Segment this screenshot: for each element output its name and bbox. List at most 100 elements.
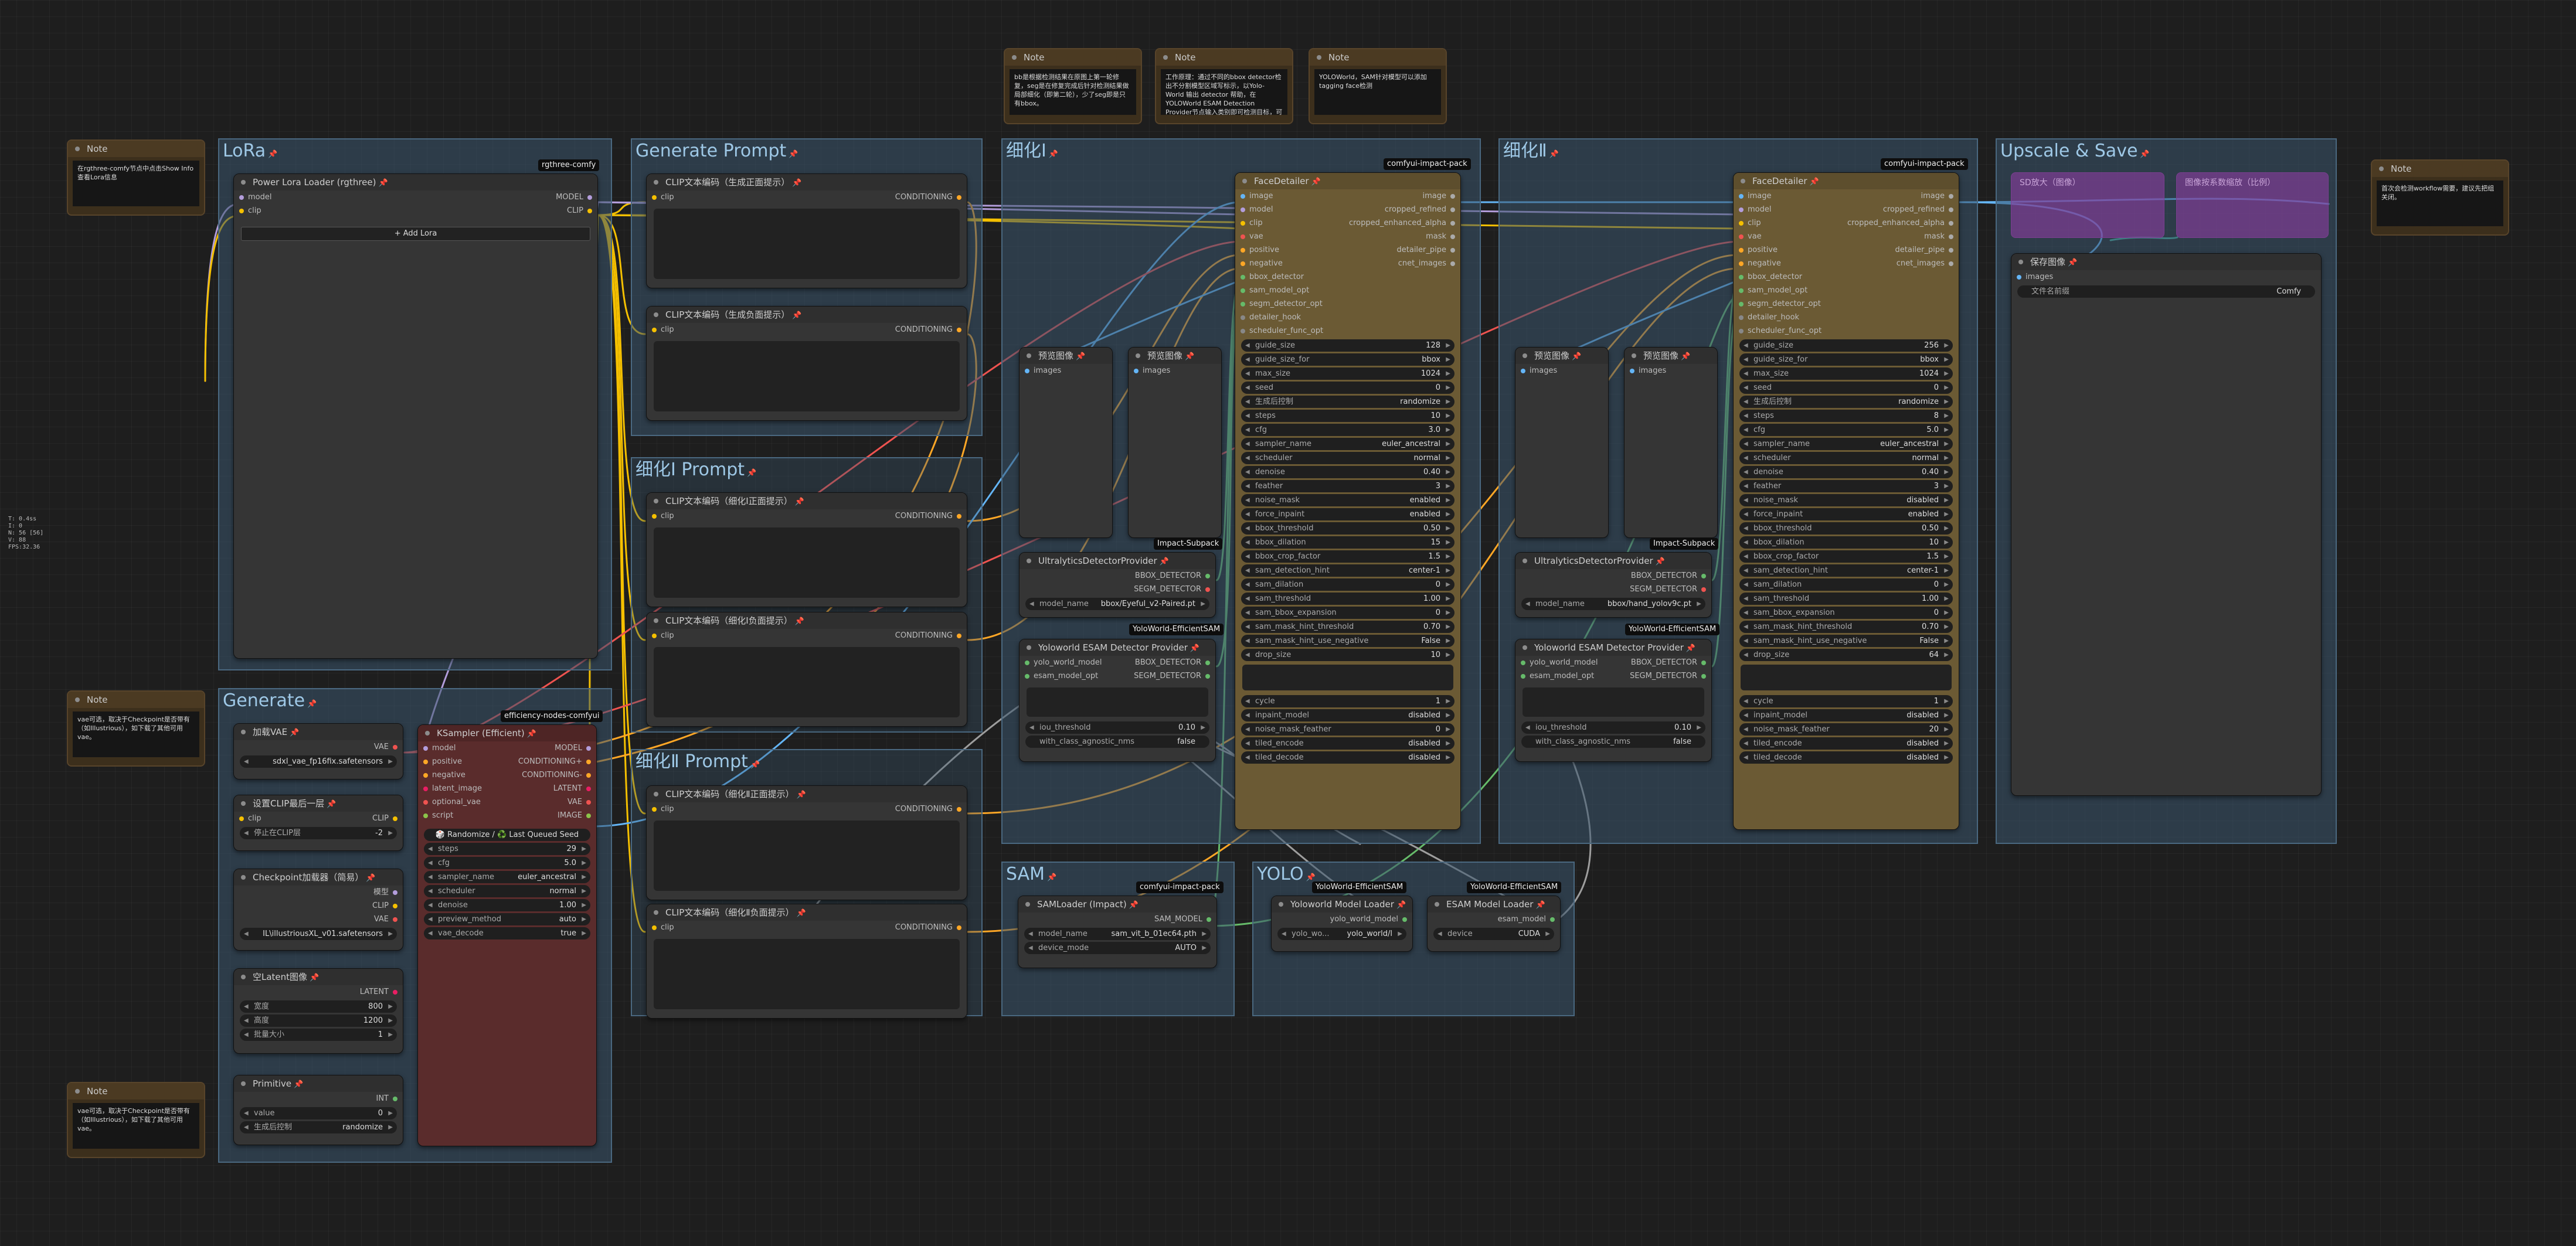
- face-detailer-widget[interactable]: schedulernormal: [1739, 452, 1953, 464]
- slot-latent[interactable]: LATENT: [234, 985, 403, 999]
- sam-loader-node[interactable]: SAMLoader (Impact)📌 SAM_MODEL model_name…: [1018, 896, 1217, 968]
- face-detailer-widget[interactable]: 生成后控制randomize: [1739, 396, 1953, 408]
- face-detailer-widget[interactable]: feather3: [1739, 480, 1953, 492]
- yoloworld-model-loader-node[interactable]: Yoloworld Model Loader 📌 yolo_world_model…: [1271, 896, 1413, 952]
- esam-model-loader-node[interactable]: ESAM Model Loader📌 esam_model deviceCUDA: [1427, 896, 1561, 952]
- slot-yolo[interactable]: yolo_world_model BBOX_DETECTOR: [1019, 656, 1215, 669]
- face-detailer-widget[interactable]: feather3: [1241, 480, 1454, 492]
- slot-bbox[interactable]: BBOX_DETECTOR: [1515, 569, 1711, 583]
- clip-text-encode-node[interactable]: CLIP文本编码（细化Ⅰ负面提示） 📌 clip CONDITIONING: [646, 612, 967, 727]
- clip-text-encode-node[interactable]: CLIP文本编码（生成正面提示） 📌 clip CONDITIONING: [646, 173, 967, 288]
- ksampler-slot[interactable]: model MODEL: [418, 741, 596, 755]
- face-detailer-widget[interactable]: cfg3.0: [1241, 424, 1454, 436]
- agnostic-toggle[interactable]: with_class_agnostic_nms false: [1521, 736, 1705, 748]
- face-detailer-slot[interactable]: sam_model_opt: [1734, 284, 1959, 297]
- wildcard-textarea[interactable]: [1741, 665, 1952, 690]
- face-detailer-widget[interactable]: tiled_decodedisabled: [1241, 751, 1454, 764]
- value-widget[interactable]: value0: [240, 1107, 397, 1119]
- face-detailer-widget[interactable]: guide_size_forbbox: [1739, 353, 1953, 366]
- face-detailer-widget[interactable]: bbox_threshold0.50: [1739, 522, 1953, 535]
- face-detailer-widget[interactable]: guide_size_forbbox: [1241, 353, 1454, 366]
- face-detailer-widget[interactable]: cycle1: [1739, 695, 1953, 707]
- slot-images[interactable]: images: [2011, 270, 2321, 284]
- face-detailer-slot[interactable]: model cropped_refined: [1734, 203, 1959, 216]
- yolo-model-select[interactable]: yolo_wo...yolo_world/l: [1277, 928, 1406, 940]
- slot-model[interactable]: 模型: [234, 886, 403, 899]
- face-detailer-widget[interactable]: sam_threshold1.00: [1739, 593, 1953, 605]
- face-detailer-widget[interactable]: sam_mask_hint_use_negativeFalse: [1241, 635, 1454, 647]
- face-detailer-widget[interactable]: bbox_crop_factor1.5: [1739, 550, 1953, 563]
- prompt-textarea[interactable]: [654, 647, 960, 717]
- face-detailer-widget[interactable]: steps8: [1739, 410, 1953, 422]
- face-detailer-slot[interactable]: positive detailer_pipe: [1235, 243, 1460, 257]
- note-workflow[interactable]: Note 首次会检测workflow需要，建议先把组关闭。: [2371, 159, 2509, 236]
- clip-text-encode-node[interactable]: CLIP文本编码（细化Ⅰ正面提示） 📌 clip CONDITIONING: [646, 492, 967, 607]
- ksampler-efficient-node[interactable]: KSampler (Efficient) 📌 model MODEL positive…: [417, 724, 597, 1146]
- face-detailer-slot[interactable]: vae mask: [1734, 230, 1959, 243]
- face-detailer-slot[interactable]: vae mask: [1235, 230, 1460, 243]
- wildcard-textarea[interactable]: [1242, 665, 1453, 690]
- face-detailer-widget[interactable]: noise_maskdisabled: [1739, 494, 1953, 506]
- note-text[interactable]: vae可选，取决于Checkpoint是否带有（如Illustrious），如下…: [73, 711, 199, 757]
- prompt-textarea[interactable]: [654, 527, 960, 598]
- face-detailer-widget[interactable]: denoise0.40: [1241, 466, 1454, 478]
- primitive-node[interactable]: Primitive📌 INT value0 生成后控制randomize: [233, 1075, 403, 1145]
- face-detailer-widget[interactable]: inpaint_modeldisabled: [1241, 709, 1454, 721]
- face-detailer-widget[interactable]: seed0: [1241, 382, 1454, 394]
- note-vae-1[interactable]: Note vae可选，取决于Checkpoint是否带有（如Illustriou…: [67, 690, 205, 767]
- preview-image-node-2b[interactable]: 预览图像 📌 images: [1624, 347, 1718, 538]
- slot-bbox[interactable]: BBOX_DETECTOR: [1019, 569, 1215, 583]
- preview-image-node-2a[interactable]: 预览图像 📌 images: [1515, 347, 1609, 538]
- face-detailer-slot[interactable]: clip cropped_enhanced_alpha: [1734, 216, 1959, 230]
- note-text[interactable]: bb是根据检测结果在原图上第一轮修复，seg是在修复完成后针对检测结果做局部细化…: [1010, 69, 1136, 115]
- prompt-textarea[interactable]: [654, 939, 960, 1009]
- note-text[interactable]: vae可选，取决于Checkpoint是否带有（如Illustrious），如下…: [73, 1103, 199, 1149]
- note-yoloworld[interactable]: Note YOLOWorld，SAM针对模型可以添加tagging face检测: [1309, 48, 1447, 124]
- slot-clip[interactable]: clip CONDITIONING: [647, 921, 967, 934]
- categories-textarea[interactable]: [1027, 687, 1208, 717]
- face-detailer-widget[interactable]: seed0: [1739, 382, 1953, 394]
- slot-int[interactable]: INT: [234, 1092, 403, 1105]
- face-detailer-widget[interactable]: bbox_crop_factor1.5: [1241, 550, 1454, 563]
- empty-latent-node[interactable]: 空Latent图像📌 LATENT 宽度800 高度1200 批量大小1: [233, 968, 403, 1054]
- model-name-select[interactable]: model_namebbox/Eyeful_v2-Paired.pt: [1025, 598, 1209, 610]
- slot-esam-model[interactable]: esam_model: [1428, 913, 1560, 926]
- face-detailer-widget[interactable]: tiled_decodedisabled: [1739, 751, 1953, 764]
- face-detailer-widget[interactable]: guide_size256: [1739, 339, 1953, 352]
- note-vae-2[interactable]: Note vae可选，取决于Checkpoint是否带有（如Illustriou…: [67, 1082, 205, 1158]
- face-detailer-widget[interactable]: sampler_nameeuler_ancestral: [1241, 438, 1454, 450]
- vae-name-select[interactable]: sdxl_vae_fp16fix.safetensors: [240, 755, 397, 768]
- control-widget[interactable]: 生成后控制randomize: [240, 1121, 397, 1133]
- face-detailer-widget[interactable]: noise_mask_feather20: [1739, 723, 1953, 736]
- slot-yolo-model[interactable]: yolo_world_model: [1272, 913, 1412, 926]
- face-detailer-widget[interactable]: max_size1024: [1739, 367, 1953, 380]
- face-detailer-slot[interactable]: clip cropped_enhanced_alpha: [1235, 216, 1460, 230]
- face-detailer-widget[interactable]: tiled_encodedisabled: [1241, 737, 1454, 750]
- face-detailer-slot[interactable]: scheduler_func_opt: [1235, 324, 1460, 338]
- slot-segm[interactable]: SEGM_DETECTOR: [1515, 583, 1711, 596]
- face-detailer-widget[interactable]: noise_maskenabled: [1241, 494, 1454, 506]
- preview-image-node-1b[interactable]: 预览图像 📌 images: [1128, 347, 1222, 538]
- slot-segm[interactable]: SEGM_DETECTOR: [1019, 583, 1215, 596]
- power-lora-loader-node[interactable]: Power Lora Loader (rgthree) 📌 model MODEL …: [233, 173, 598, 659]
- face-detailer-slot[interactable]: model cropped_refined: [1235, 203, 1460, 216]
- face-detailer-widget[interactable]: drop_size10: [1241, 649, 1454, 661]
- face-detailer-widget[interactable]: sam_mask_hint_threshold0.70: [1241, 621, 1454, 633]
- face-detailer-slot[interactable]: scheduler_func_opt: [1734, 324, 1959, 338]
- note-lora-info[interactable]: Note 在rgthree-comfy节点中点击Show Info查看Lora信…: [67, 139, 205, 216]
- face-detailer-slot[interactable]: negative cnet_images: [1235, 257, 1460, 270]
- note-bbox-segm[interactable]: Note bb是根据检测结果在原图上第一轮修复，seg是在修复完成后针对检测结果…: [1004, 48, 1142, 124]
- face-detailer-widget[interactable]: drop_size64: [1739, 649, 1953, 661]
- face-detailer-widget[interactable]: sam_mask_hint_use_negativeFalse: [1739, 635, 1953, 647]
- slot-model[interactable]: model MODEL: [234, 190, 597, 204]
- face-detailer-slot[interactable]: segm_detector_opt: [1734, 297, 1959, 311]
- filename-prefix-input[interactable]: 文件名前缀 Comfy: [2017, 285, 2315, 298]
- width-widget[interactable]: 宽度800: [240, 1000, 397, 1013]
- slot-esam[interactable]: esam_model_opt SEGM_DETECTOR: [1515, 669, 1711, 683]
- slot-images[interactable]: images: [1625, 364, 1717, 377]
- clip-skip-node[interactable]: 设置CLIP最后一层📌 clipCLIP 停止在CLIP层-2: [233, 795, 403, 851]
- slot-sam-model[interactable]: SAM_MODEL: [1018, 913, 1216, 926]
- face-detailer-widget[interactable]: sam_threshold1.00: [1241, 593, 1454, 605]
- vae-loader-node[interactable]: 加载VAE📌 VAE sdxl_vae_fp16fix.safetensors: [233, 723, 403, 779]
- ckpt-name-select[interactable]: IL\illustriousXL_v01.safetensors: [240, 928, 397, 940]
